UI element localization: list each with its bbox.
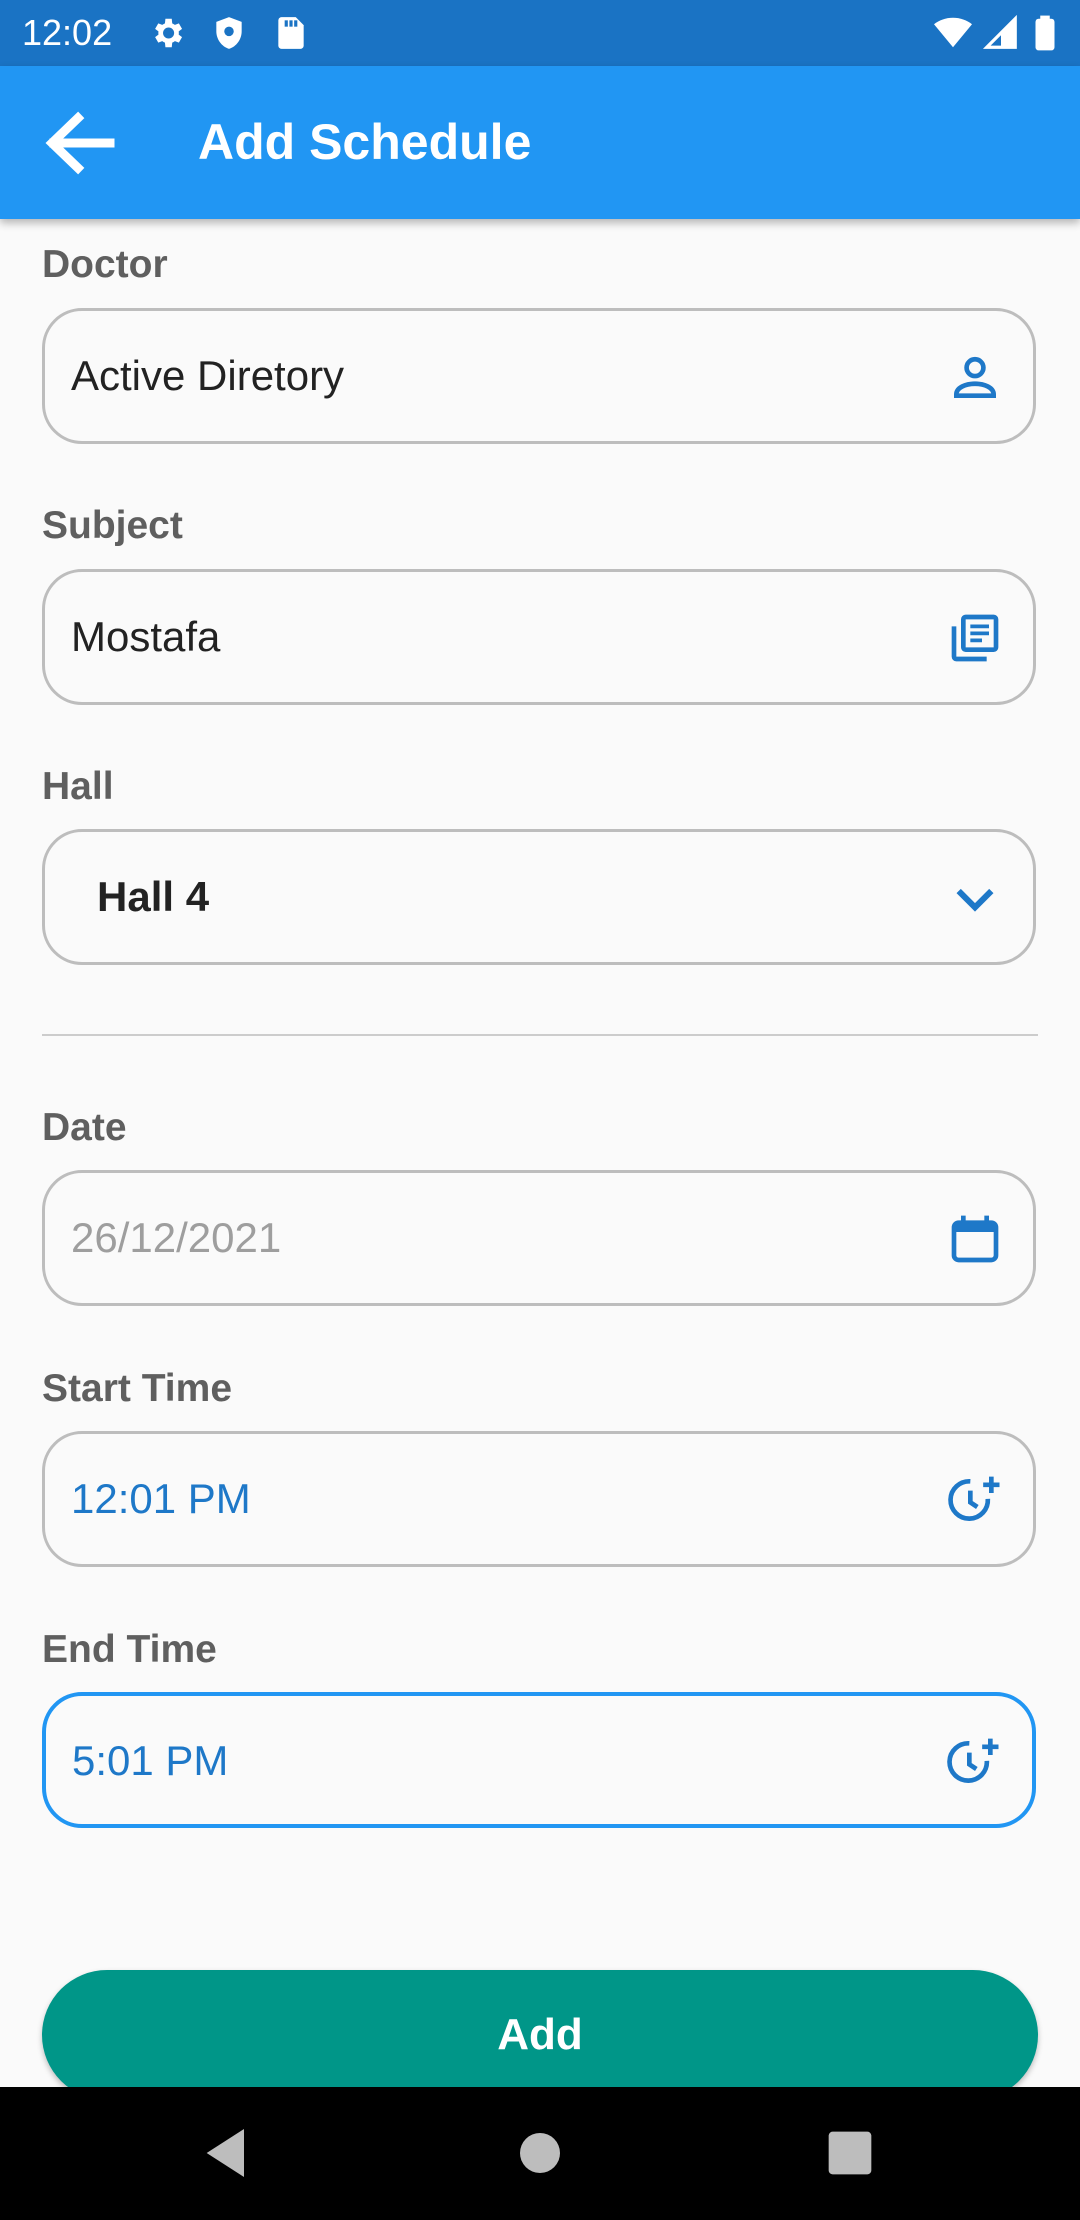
app-bar: Add Schedule — [0, 66, 1080, 219]
gear-icon — [155, 18, 183, 48]
date-label: Date — [42, 1106, 127, 1149]
arrow-left-icon[interactable] — [38, 110, 118, 176]
doctor-field[interactable]: Active Diretory — [42, 308, 1036, 444]
wifi-icon — [934, 17, 972, 48]
sd-card-icon — [278, 17, 304, 49]
clock-add-icon — [948, 1476, 1000, 1521]
hall-label: Hall — [42, 765, 114, 808]
divider — [42, 1034, 1038, 1036]
hall-value: Hall 4 — [97, 873, 210, 920]
calendar-icon — [951, 1215, 999, 1263]
page-title: Add Schedule — [198, 114, 532, 170]
end-time-value: 5:01 PM — [72, 1737, 229, 1784]
date-field[interactable]: 26/12/2021 — [42, 1170, 1036, 1306]
home-circle-icon[interactable] — [508, 2121, 572, 2185]
doctor-value: Active Diretory — [71, 352, 345, 399]
person-icon — [954, 356, 996, 398]
date-value: 26/12/2021 — [71, 1214, 282, 1261]
subject-label: Subject — [42, 504, 183, 547]
subject-value: Mostafa — [71, 613, 221, 660]
start-time-field[interactable]: 12:01 PM — [42, 1431, 1036, 1567]
hall-dropdown[interactable]: Hall 4 — [42, 829, 1036, 965]
end-time-label: End Time — [42, 1628, 217, 1671]
end-time-field[interactable]: 5:01 PM — [42, 1692, 1036, 1828]
status-bar: 12:02 — [0, 0, 1080, 66]
doctor-label: Doctor — [42, 243, 168, 286]
signal-icon — [982, 14, 1017, 49]
start-time-label: Start Time — [42, 1367, 233, 1410]
library-books-icon — [951, 614, 999, 662]
battery-icon — [1035, 15, 1055, 51]
subject-field[interactable]: Mostafa — [42, 569, 1036, 705]
status-time: 12:02 — [22, 12, 113, 53]
clock-add-icon — [947, 1738, 999, 1783]
back-triangle-icon[interactable] — [196, 2121, 260, 2185]
chevron-down-icon — [956, 888, 994, 912]
shield-icon — [216, 17, 242, 49]
add-button[interactable]: Add — [42, 1970, 1038, 2100]
recents-square-icon[interactable] — [818, 2121, 882, 2185]
navigation-bar — [0, 2087, 1080, 2220]
start-time-value: 12:01 PM — [71, 1475, 251, 1522]
